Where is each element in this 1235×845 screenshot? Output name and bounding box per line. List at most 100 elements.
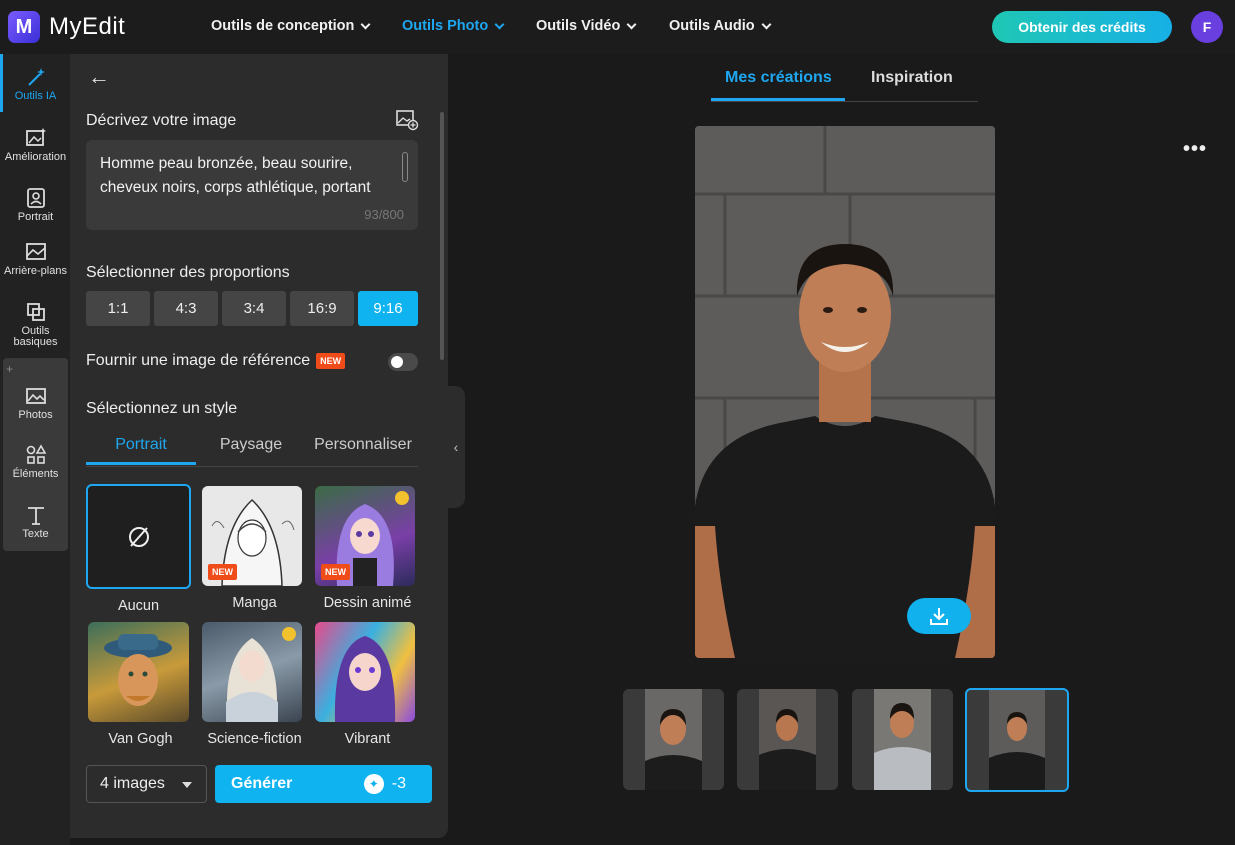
panel-scrollbar[interactable] [440,112,444,360]
result-thumbnail-2[interactable] [737,689,838,790]
describe-label: Décrivez votre image [86,112,237,129]
rail-label: Arrière-plans [4,265,67,277]
ai-image-generator-panel: ← Décrivez votre image Homme peau bronzé… [70,54,448,838]
tab-inspiration[interactable]: Inspiration [871,69,953,87]
tool-rail: Outils IA Amélioration Portrait Arrière-… [0,54,70,845]
caret-down-icon [182,782,192,788]
style-thumb-manga: NEW [202,486,302,586]
rail-item-photos[interactable]: Photos [3,385,68,421]
nav-item-design-tools[interactable]: Outils de conception [211,18,371,34]
ratio-label: Sélectionner des proportions [86,264,290,281]
nav-label: Outils de conception [211,18,355,34]
plus-icon[interactable]: + [6,362,13,376]
generated-image-preview[interactable] [695,126,995,658]
style-name: Vibrant [344,731,391,747]
nav-item-video-tools[interactable]: Outils Vidéo [536,18,637,34]
nav-label: Outils Photo [402,18,489,34]
nav-item-photo-tools[interactable]: Outils Photo [402,18,505,34]
credit-cost: ✦ -3 [363,774,406,794]
style-thumb-sci-fi [202,622,302,722]
style-card-cartoon[interactable]: NEW Dessin animé [315,486,420,611]
nav-item-audio-tools[interactable]: Outils Audio [669,18,772,34]
tab-portrait[interactable]: Portrait [86,436,196,454]
style-thumb-van-gogh [88,622,189,722]
photo-icon [25,388,46,404]
generated-portrait-image [695,126,995,658]
rail-item-elements[interactable]: Éléments [3,444,68,480]
result-thumbnail-4[interactable] [965,688,1069,792]
style-name: Science-fiction [207,731,302,747]
shapes-icon [26,444,46,464]
tab-customize[interactable]: Personnaliser [308,436,418,454]
new-badge: NEW [316,352,346,369]
generate-label: Générer [231,775,293,792]
results-tabs: Mes créations Inspiration [711,60,978,102]
magic-wand-icon [27,68,45,86]
style-thumb-none [86,484,191,589]
generate-button[interactable]: Générer ✦ -3 [215,765,432,803]
text-icon [27,507,44,525]
image-upload-icon[interactable] [395,109,419,136]
style-card-van-gogh[interactable]: Van Gogh [88,622,193,747]
collapse-panel-button[interactable]: ‹ [447,386,465,508]
rail-item-text[interactable]: Texte [3,504,68,540]
more-options-icon[interactable]: ••• [1183,138,1207,161]
premium-crown-icon [395,491,409,505]
chevron-down-icon [626,19,637,29]
reference-image-row: Fournir une image de référence NEW [86,352,346,370]
chevron-down-icon [360,19,371,29]
style-card-manga[interactable]: NEW Manga [202,486,307,611]
rail-label: Éléments [12,468,59,480]
new-badge: NEW [208,564,237,580]
ratio-9-16-button[interactable]: 9:16 [358,291,418,326]
credit-cost-value: -3 [391,775,406,792]
rail-item-enhancement[interactable]: Amélioration [3,127,68,163]
app-logo[interactable]: M MyEdit [8,11,125,43]
style-card-vibrant[interactable]: Vibrant [315,622,420,747]
nav-label: Outils Audio [669,18,755,34]
back-arrow-icon[interactable]: ← [88,64,110,90]
get-credits-button[interactable]: Obtenir des crédits [992,11,1172,43]
result-thumbnail-3[interactable] [852,689,953,790]
crop-icon [26,303,45,321]
prompt-scrollbar[interactable] [402,152,408,182]
style-tabs: Portrait Paysage Personnaliser [86,432,418,467]
credit-icon: ✦ [363,774,384,794]
rail-label: Amélioration [4,151,67,163]
download-icon [930,608,948,625]
ratio-4-3-button[interactable]: 4:3 [154,291,218,326]
new-badge: NEW [321,564,350,580]
tab-landscape[interactable]: Paysage [196,436,306,454]
portrait-icon [26,188,45,208]
app-name: MyEdit [49,13,126,40]
chevron-down-icon [494,19,505,29]
rail-item-basic-tools[interactable]: Outils basiques [3,301,68,348]
result-thumbnail-1[interactable] [623,689,724,790]
prompt-char-count: 93/800 [364,207,404,222]
prompt-text[interactable]: Homme peau bronzée, beau sourire, cheveu… [100,152,400,200]
rail-item-ai-tools[interactable]: Outils IA [3,66,68,102]
rail-label: Photos [18,409,53,421]
premium-crown-icon [282,627,296,641]
image-count-select[interactable]: 4 images [86,765,207,803]
rail-item-portrait[interactable]: Portrait [3,187,68,223]
style-card-none[interactable]: Aucun [86,484,191,614]
tab-my-creations[interactable]: Mes créations [725,69,832,87]
reference-image-label: Fournir une image de référence [86,352,311,369]
rail-item-backgrounds[interactable]: Arrière-plans [3,241,68,277]
user-avatar[interactable]: F [1191,11,1223,43]
active-tab-underline [711,98,845,101]
download-button[interactable] [907,598,971,634]
style-card-sci-fi[interactable]: Science-fiction [202,622,307,747]
ratio-options: 1:1 4:3 3:4 16:9 9:16 [86,291,418,326]
ratio-3-4-button[interactable]: 3:4 [222,291,286,326]
background-icon [25,243,46,260]
prompt-textarea[interactable]: Homme peau bronzée, beau sourire, cheveu… [86,140,418,230]
reference-image-toggle[interactable] [388,353,418,371]
chevron-left-icon: ‹ [453,439,459,455]
top-navigation-bar: M MyEdit Outils de conception Outils Pho… [0,0,1235,54]
active-tab-underline [86,462,196,465]
rail-label: Texte [22,528,49,540]
ratio-16-9-button[interactable]: 16:9 [290,291,354,326]
ratio-1-1-button[interactable]: 1:1 [86,291,150,326]
